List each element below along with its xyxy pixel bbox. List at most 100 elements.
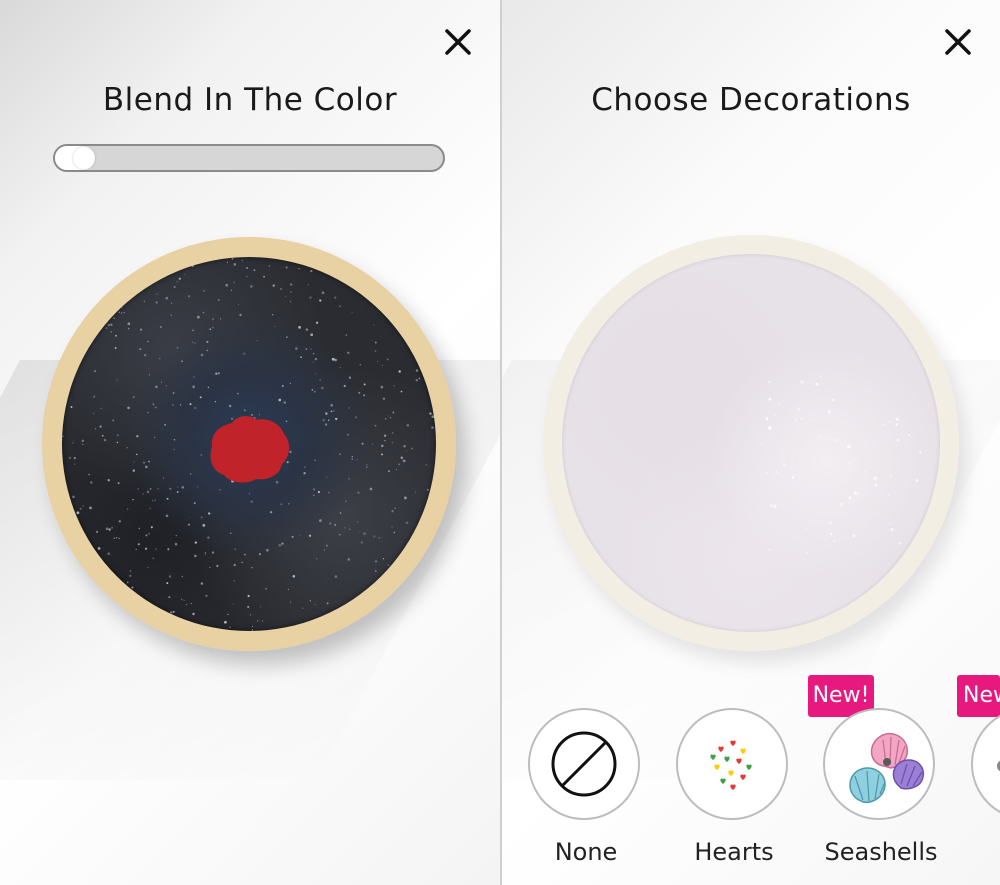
hearts-sprinkles-icon [710, 740, 752, 790]
heart-sprinkle [720, 778, 726, 784]
sheen-sparkle [778, 402, 781, 405]
cookie[interactable] [42, 237, 456, 651]
blend-progress-slider[interactable] [53, 144, 445, 172]
sheen-sparkle [827, 410, 832, 414]
cookie [543, 235, 959, 651]
sheen-sparkle [888, 420, 891, 423]
close-button[interactable] [938, 22, 978, 62]
sheen-sparkle [768, 548, 771, 552]
sheen-sparkle [831, 398, 835, 402]
color-drop [210, 416, 290, 483]
option-label: Hearts [694, 838, 774, 866]
close-icon [445, 29, 471, 55]
decoration-option-seashells[interactable]: Seashells [823, 708, 939, 866]
sheen-sparkle [830, 533, 833, 536]
heart-sprinkle [714, 764, 720, 770]
sheen-sparkle [815, 382, 819, 386]
sheen-sparkle [770, 504, 773, 507]
sheen-sparkle [775, 471, 778, 473]
sheen-sparkle [773, 504, 777, 508]
sheen-sparkle [844, 387, 847, 389]
sheen-sparkle [818, 434, 822, 438]
sheen-sparkle [761, 416, 763, 419]
sheen-sparkle [890, 528, 894, 532]
sheen-sparkle [800, 380, 804, 384]
sheen-sparkle [895, 417, 899, 421]
option-circle[interactable] [971, 708, 1000, 820]
sheen-sparkle [898, 541, 902, 545]
sheen-sparkle [853, 491, 857, 495]
sheen-sparkle [833, 438, 837, 442]
option-circle[interactable] [823, 708, 935, 820]
page-title: Blend In The Color [102, 82, 398, 118]
sheen-sparkle [819, 375, 822, 378]
cookie-icing[interactable] [62, 257, 436, 631]
sheen-sparkle [810, 519, 812, 521]
sheen-sparkle [761, 442, 763, 445]
sheen-sparkle [851, 507, 853, 510]
option-circle[interactable] [528, 708, 640, 820]
sheen-sparkle [791, 456, 794, 459]
seashells-icon [849, 732, 925, 804]
heart-sprinkle [728, 770, 734, 776]
heart-sprinkle [736, 758, 742, 764]
blend-color-screen: Blend In The Color [0, 0, 500, 885]
option-label: Seashells [824, 838, 938, 866]
sheen-sparkle [895, 423, 899, 426]
close-icon [945, 29, 971, 55]
decoration-option-hearts[interactable]: Hearts [676, 708, 792, 866]
sheen-sparkle [800, 418, 803, 420]
option-circle[interactable] [676, 708, 788, 820]
sheen-sparkle [768, 381, 771, 384]
page-title: Choose Decorations [591, 82, 911, 118]
sheen-sparkle [782, 463, 786, 467]
partial-option-icon [997, 760, 1000, 772]
sheen-sparkle [888, 493, 890, 496]
icing-sheen [761, 375, 922, 554]
sheen-sparkle [908, 434, 910, 436]
sheen-sparkle [806, 552, 808, 554]
sheen-sparkle [768, 426, 772, 430]
sheen-sparkle [919, 528, 921, 531]
sheen-sparkle [863, 470, 866, 473]
sheen-sparkle [852, 534, 856, 538]
sheen-sparkle [809, 418, 812, 421]
option-label: None [554, 838, 618, 866]
heart-sprinkle [730, 740, 736, 746]
sheen-sparkle [889, 522, 891, 525]
decoration-option-partial[interactable] [971, 708, 1000, 820]
none-prohibited-icon [551, 731, 617, 797]
heart-sprinkle [724, 756, 730, 762]
sheen-sparkle [919, 451, 922, 454]
sheen-sparkle [797, 408, 800, 411]
sheen-sparkle [768, 397, 772, 401]
heart-sprinkle [746, 764, 752, 770]
decoration-option-none[interactable]: None [528, 708, 644, 866]
sheen-sparkle [915, 479, 919, 482]
sheen-sparkle [889, 474, 893, 478]
sheen-sparkle [795, 420, 798, 422]
close-button[interactable] [438, 22, 478, 62]
sheen-sparkle [765, 472, 768, 475]
sheen-sparkle [791, 476, 795, 479]
heart-sprinkle [740, 748, 746, 754]
sheen-sparkle [882, 424, 885, 427]
sheen-sparkle [839, 502, 843, 507]
sheen-sparkle [848, 462, 851, 465]
heart-sprinkle [718, 746, 724, 752]
heart-sprinkle [710, 754, 716, 760]
choose-decorations-screen: Choose Decorations New! New! None Hearts [502, 0, 1000, 885]
sheen-sparkle [774, 413, 777, 416]
sheen-sparkle [825, 539, 828, 541]
sheen-sparkle [805, 527, 807, 530]
heart-sprinkle [740, 774, 746, 780]
sheen-sparkle [896, 438, 900, 442]
heart-sprinkle [730, 784, 736, 790]
cookie-icing [562, 254, 940, 632]
sheen-sparkle [847, 445, 851, 449]
sheen-sparkle [765, 417, 769, 421]
sheen-sparkle [828, 521, 833, 525]
sheen-sparkle [873, 476, 877, 480]
sheen-sparkle [833, 540, 836, 542]
sheen-sparkle [874, 483, 878, 487]
